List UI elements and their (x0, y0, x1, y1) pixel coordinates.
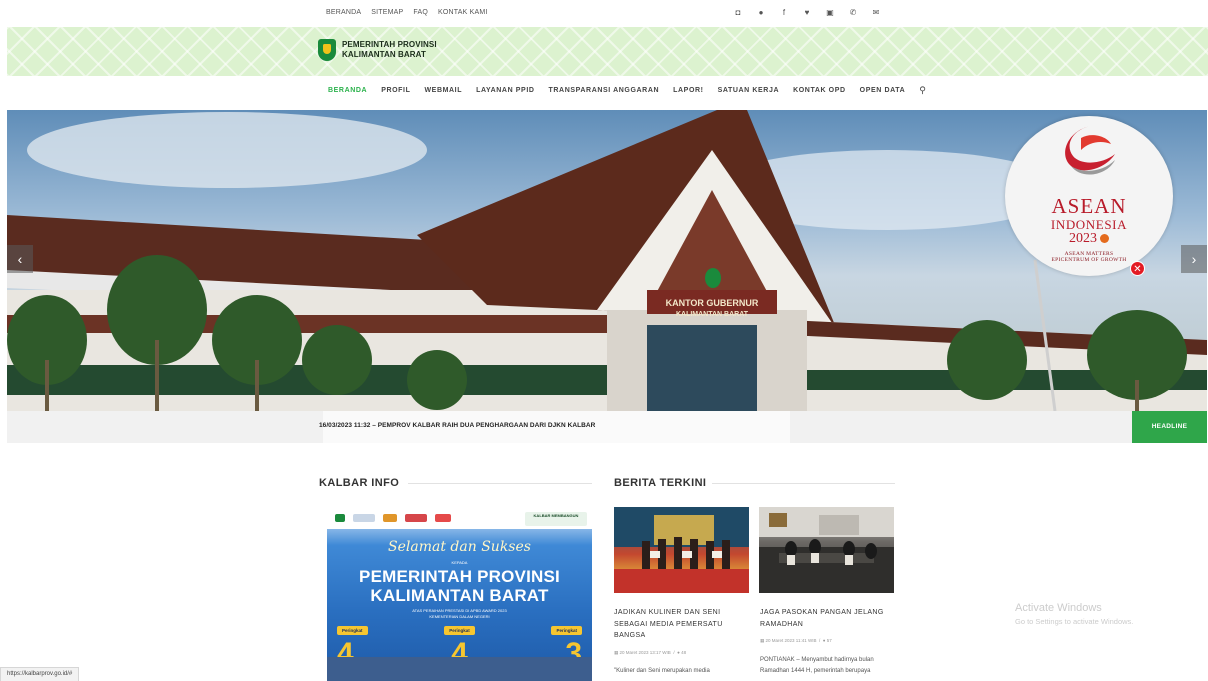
news-excerpt-2: PONTIANAK – Menyambut hadirnya bulan Ram… (760, 657, 874, 674)
nav-kontak-opd[interactable]: KONTAK OPD (793, 87, 846, 96)
calendar-icon: ▦ (760, 638, 765, 643)
facebook-icon[interactable]: f (780, 8, 788, 18)
top-links: BERANDA SITEMAP FAQ KONTAK KAMI (326, 9, 488, 16)
section-title-berita-terkini: BERITA TERKINI (614, 477, 707, 489)
top-link-kontak-kami[interactable]: KONTAK KAMI (438, 9, 488, 16)
top-link-sitemap[interactable]: SITEMAP (371, 9, 403, 16)
partner-logos (335, 514, 451, 522)
news-title-2[interactable]: JAGA PASOKAN PANGAN JELANG RAMADHAN (760, 607, 895, 630)
banner-ranks: Peringkat Peringkat Peringkat (337, 626, 582, 635)
kalbar-info-banner[interactable]: KALBAR MEMBANGUN Selamat dan Sukses KEPA… (327, 507, 592, 681)
top-link-faq[interactable]: FAQ (413, 9, 428, 16)
activate-windows-title: Activate Windows (1015, 602, 1102, 614)
news-date-2: 20 Maret 2023 11:41 WIB (765, 638, 817, 643)
news-meta-1: ▦ 20 Maret 2023 13:17 WIB / ● 48 (614, 650, 687, 655)
banner-line-2: KALIMANTAN BARAT (370, 586, 549, 605)
nav-open-data[interactable]: OPEN DATA (860, 87, 906, 96)
nav-satuan-kerja[interactable]: SATUAN KERJA (718, 87, 780, 96)
nav-transparansi-anggaran[interactable]: TRANSPARANSI ANGGARAN (549, 87, 660, 96)
news-date-1: 20 Maret 2023 13:17 WIB (619, 650, 671, 655)
top-utility-bar (0, 0, 1208, 27)
main-nav: BERANDA PROFIL WEBMAIL LAYANAN PPID TRAN… (328, 85, 940, 96)
province-emblem-icon (318, 39, 336, 61)
asean-tagline-2: EPICENTRUM OF GROWTH (1051, 257, 1127, 263)
comment-icon: ● (677, 650, 680, 655)
partner-logo-icon (405, 514, 427, 522)
news-excerpt-1: "Kuliner dan Seni merupakan media (614, 668, 710, 674)
rank-label: Peringkat (337, 626, 368, 635)
hero-prev-arrow[interactable]: ‹ (7, 245, 33, 273)
logo-line-1: PEMERINTAH PROVINSI (342, 40, 437, 49)
headline-button[interactable]: HEADLINE (1132, 411, 1207, 443)
building-sign-line-2: KALIMANTAN BARAT (676, 311, 749, 318)
banner-sub-1: ATAS PERAIHAN PRESTASI DI APBD AWARD 202… (412, 608, 507, 613)
news-photo-1 (614, 507, 749, 593)
youtube-icon[interactable]: ▣ (826, 8, 834, 18)
banner-bottom-band (327, 657, 592, 681)
news-photo-2 (759, 507, 894, 593)
kalbar-membangun-brand: KALBAR MEMBANGUN (525, 512, 587, 526)
logo-text: PEMERINTAH PROVINSI KALIMANTAN BARAT (342, 40, 437, 60)
section-divider (712, 483, 895, 484)
nav-beranda[interactable]: BERANDA (328, 87, 367, 96)
hero-next-arrow[interactable]: › (1181, 245, 1207, 273)
asean-swoosh-icon (1065, 126, 1115, 175)
asean-year-text: 2023 (1069, 231, 1097, 246)
comment-icon: ● (822, 638, 826, 643)
asean-logo-dot-icon (1100, 234, 1109, 244)
rank-label: Peringkat (551, 626, 582, 635)
section-title-kalbar-info: KALBAR INFO (319, 477, 400, 489)
news-thumbnail-2[interactable] (759, 507, 894, 593)
nav-webmail[interactable]: WEBMAIL (424, 87, 462, 96)
mail-icon[interactable]: ✉ (872, 8, 880, 18)
news-title-1[interactable]: JADIKAN KULINER DAN SENI SEBAGAI MEDIA P… (614, 607, 749, 642)
search-icon[interactable]: ⚲ (919, 85, 926, 96)
banner-sub-2: KEMENTERIAN DALAM NEGERI (429, 614, 490, 619)
province-logo-icon (335, 514, 345, 522)
news-views-2: 57 (826, 638, 832, 643)
banner-script: Selamat dan Sukses (388, 539, 531, 555)
browser-status-url: https://kalbarprov.go.id/# (0, 667, 80, 681)
asean-year: 2023 (1005, 231, 1173, 247)
header-band (7, 27, 1208, 76)
nav-profil[interactable]: PROFIL (381, 87, 410, 96)
news-views-1: 48 (681, 650, 687, 655)
banner-line-1: PEMERINTAH PROVINSI (359, 567, 560, 586)
partner-logo-icon (353, 514, 375, 522)
social-icons: ◘ ● f ♥ ▣ ✆ ✉ (734, 8, 880, 18)
site-logo[interactable]: PEMERINTAH PROVINSI KALIMANTAN BARAT (318, 39, 437, 61)
instagram-icon[interactable]: ◘ (734, 8, 742, 18)
rank-label: Peringkat (444, 626, 475, 635)
partner-logo-icon (435, 514, 451, 522)
news-thumbnail-1[interactable] (614, 507, 749, 593)
section-divider (408, 483, 592, 484)
twitter-icon[interactable]: ♥ (803, 8, 811, 18)
logo-line-2: KALIMANTAN BARAT (342, 50, 426, 59)
nav-lapor[interactable]: LAPOR! (673, 87, 703, 96)
asean-2023-badge[interactable]: ASEAN INDONESIA 2023 ASEAN MATTERS EPICE… (1005, 116, 1173, 276)
activate-windows-subtitle: Go to Settings to activate Windows. (1015, 617, 1134, 626)
news-meta-2: ▦ 20 Maret 2023 11:41 WIB / ● 57 (760, 638, 832, 643)
ticker-text[interactable]: 16/03/2023 11:32 – PEMPROV KALBAR RAIH D… (319, 422, 595, 429)
banner-kepada: KEPADA (451, 560, 468, 565)
building-sign-line-1: KANTOR GUBERNUR (666, 298, 759, 308)
phone-icon[interactable]: ✆ (849, 8, 857, 18)
partner-logo-icon (383, 514, 397, 522)
close-icon[interactable]: ✕ (1130, 261, 1145, 276)
chat-icon[interactable]: ● (757, 8, 765, 18)
top-link-beranda[interactable]: BERANDA (326, 9, 361, 16)
calendar-icon: ▦ (614, 650, 619, 655)
nav-layanan-ppid[interactable]: LAYANAN PPID (476, 87, 534, 96)
asean-title: ASEAN (1051, 194, 1127, 218)
